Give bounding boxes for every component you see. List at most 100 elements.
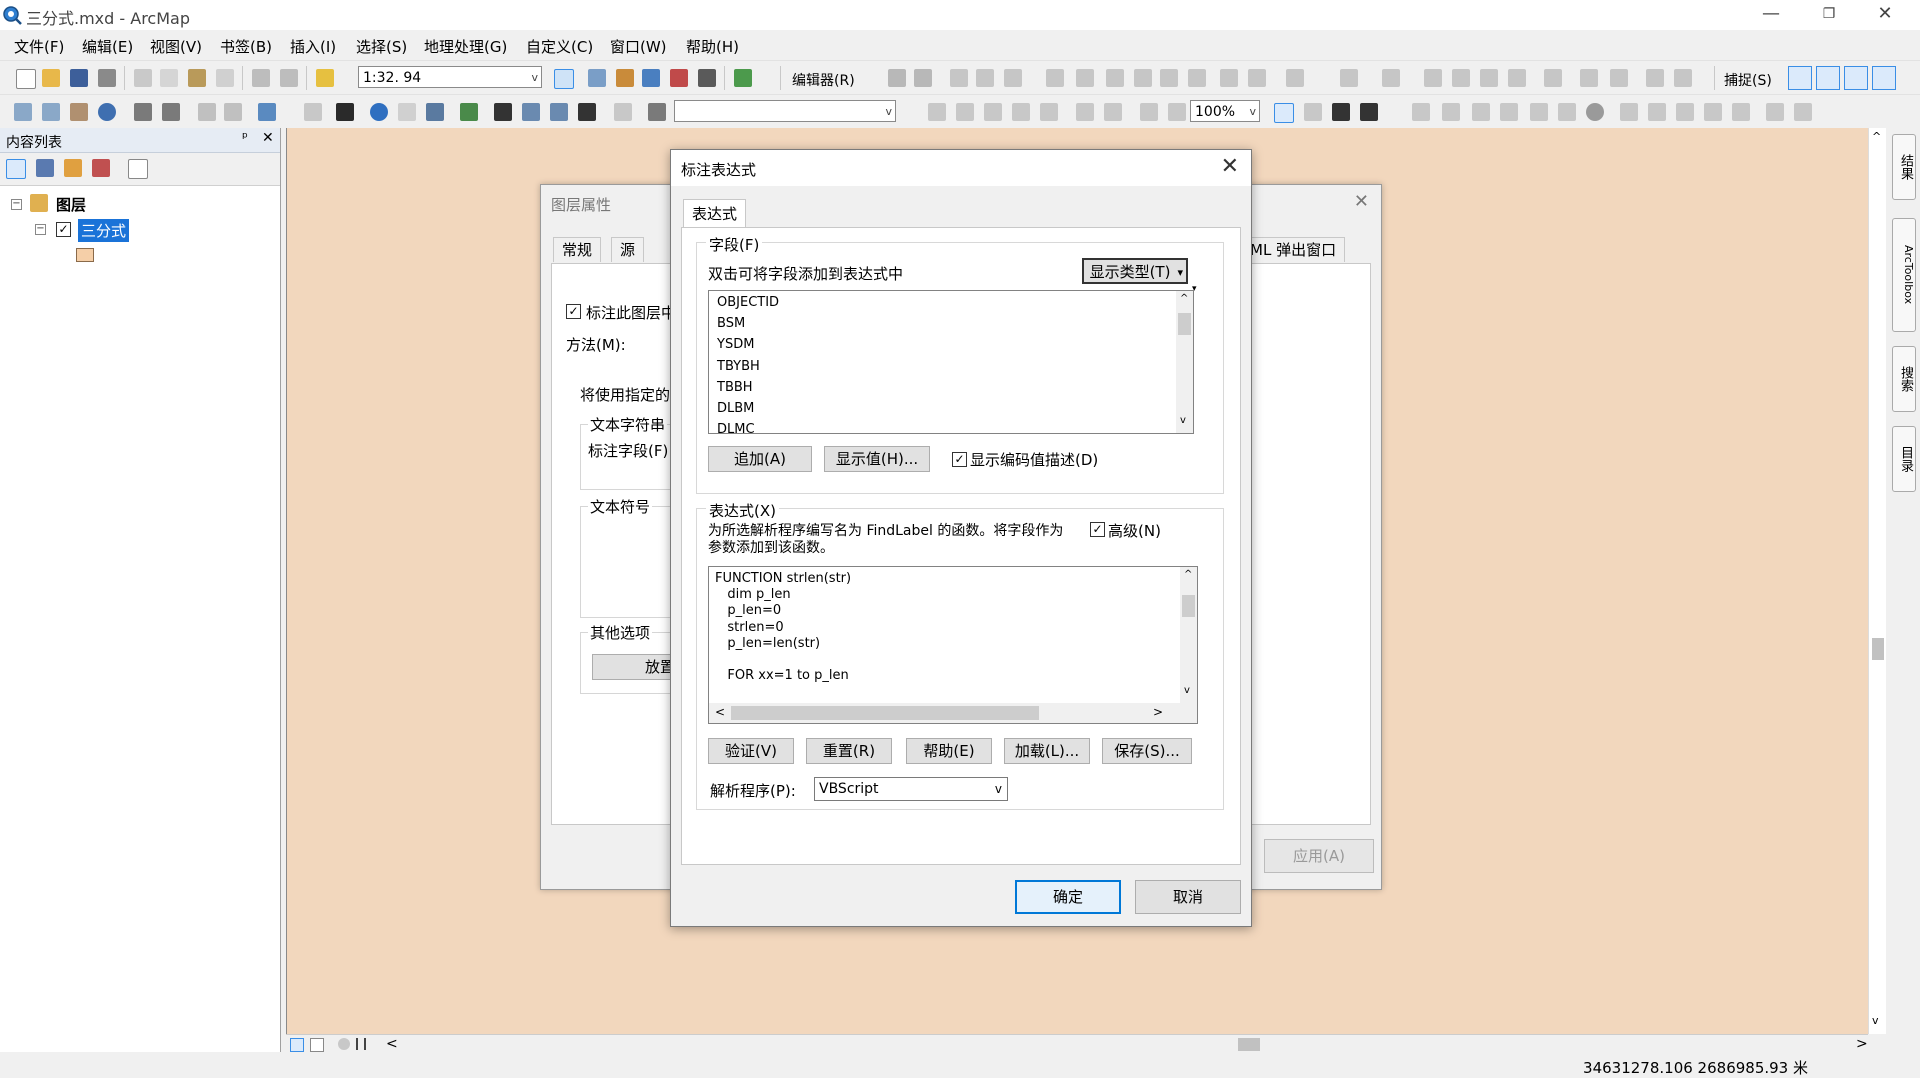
cut-polygon-icon[interactable] xyxy=(1134,69,1152,87)
select-elements-icon[interactable] xyxy=(336,103,354,121)
fillet-icon[interactable] xyxy=(1508,69,1526,87)
create-features-icon[interactable] xyxy=(1286,69,1304,87)
point-snap-toggle[interactable] xyxy=(1788,66,1812,90)
sketch-properties-icon[interactable] xyxy=(1248,69,1266,87)
create-viewer-icon[interactable] xyxy=(648,103,666,121)
expression-editor[interactable]: FUNCTION strlen(str) dim p_len p_len=0 s… xyxy=(708,566,1198,724)
html-popup-icon[interactable] xyxy=(426,103,444,121)
save-button[interactable]: 保存(S)... xyxy=(1102,738,1192,764)
raster-tool-2-icon[interactable] xyxy=(1648,103,1666,121)
fields-scrollbar[interactable]: ^ v xyxy=(1176,291,1193,433)
reshape-icon[interactable] xyxy=(1106,69,1124,87)
georef-tool-3-icon[interactable] xyxy=(1472,103,1490,121)
scroll-down-icon[interactable]: v xyxy=(1872,1014,1879,1027)
menu-bookmarks[interactable]: 书签(B) xyxy=(220,36,272,57)
layout-view-icon[interactable] xyxy=(310,1038,324,1052)
forward-extent-icon[interactable] xyxy=(224,103,242,121)
editor-toolbar-icon[interactable] xyxy=(554,69,574,89)
globe-tool-icon[interactable] xyxy=(1586,103,1604,121)
restore-button[interactable]: ❐ xyxy=(1806,0,1852,30)
split-icon[interactable] xyxy=(1160,69,1178,87)
georef-tool-2-icon[interactable] xyxy=(1442,103,1460,121)
zoom-in-icon[interactable] xyxy=(14,103,32,121)
open-folder-icon[interactable] xyxy=(42,69,60,87)
scroll-right-icon[interactable]: > xyxy=(1153,705,1163,719)
data-view-icon[interactable] xyxy=(290,1038,304,1052)
scroll-up-icon[interactable]: ^ xyxy=(1180,293,1188,304)
advanced-checkbox[interactable]: ✓ xyxy=(1090,522,1105,537)
tab-source[interactable]: 源 xyxy=(611,237,645,262)
identify-icon[interactable] xyxy=(370,103,388,121)
edit-annotation-icon[interactable] xyxy=(914,69,932,87)
layout-back-icon[interactable] xyxy=(1140,103,1158,121)
arctoolbox-dock-tab[interactable]: ArcToolbox xyxy=(1892,218,1916,332)
point-icon[interactable] xyxy=(1046,69,1064,87)
zoom-whole-page-icon[interactable] xyxy=(1012,103,1030,121)
catalog-icon[interactable] xyxy=(616,69,634,87)
layer-properties-close-icon[interactable]: ✕ xyxy=(1354,191,1369,212)
h-scroll-thumb[interactable] xyxy=(731,706,1039,720)
menu-help[interactable]: 帮助(H) xyxy=(686,36,739,57)
label-features-checkbox[interactable]: ✓ xyxy=(566,304,581,319)
data-driven-pages-icon[interactable] xyxy=(1360,103,1378,121)
smooth-icon[interactable] xyxy=(1646,69,1664,87)
layer-symbol-swatch[interactable] xyxy=(76,248,94,262)
full-extent-icon[interactable] xyxy=(98,103,116,121)
layout-zoom-out-icon[interactable] xyxy=(956,103,974,121)
layout-zoom-combo[interactable]: 100% v xyxy=(1190,100,1260,122)
raster-tool-6-icon[interactable] xyxy=(1766,103,1784,121)
find-route-icon[interactable] xyxy=(522,103,540,121)
menu-selection[interactable]: 选择(S) xyxy=(356,36,407,57)
tab-html-popup[interactable]: ML 弹出窗口 xyxy=(1241,237,1346,262)
redo-icon[interactable] xyxy=(280,69,298,87)
time-slider-icon[interactable] xyxy=(578,103,596,121)
straight-segment-icon[interactable] xyxy=(950,69,968,87)
layer-label[interactable]: 三分式 xyxy=(78,219,130,242)
table-icon[interactable] xyxy=(588,69,606,87)
undo-icon[interactable] xyxy=(252,69,270,87)
parser-select[interactable]: VBScript v xyxy=(814,777,1008,801)
save-icon[interactable] xyxy=(70,69,88,87)
zoom-out-icon[interactable] xyxy=(42,103,60,121)
go-to-xy-icon[interactable] xyxy=(550,103,568,121)
trace-icon[interactable] xyxy=(1004,69,1022,87)
georef-tool-6-icon[interactable] xyxy=(1558,103,1576,121)
edit-vertices-icon[interactable] xyxy=(1076,69,1094,87)
list-by-selection-icon[interactable] xyxy=(92,159,110,177)
toggle-draft-icon[interactable] xyxy=(1274,103,1294,123)
ok-button[interactable]: 确定 xyxy=(1015,880,1121,914)
tab-general[interactable]: 常规 xyxy=(553,237,602,262)
attributes-icon[interactable] xyxy=(1220,69,1238,87)
explode-icon[interactable] xyxy=(1580,69,1598,87)
minimize-button[interactable]: — xyxy=(1748,0,1794,30)
georef-tool-5-icon[interactable] xyxy=(1530,103,1548,121)
load-button[interactable]: 加载(L)... xyxy=(1004,738,1090,764)
tab-expression[interactable]: 表达式 xyxy=(683,199,747,228)
layer-visibility-checkbox[interactable]: ✓ xyxy=(56,222,71,237)
layer-combo[interactable]: v xyxy=(674,100,896,122)
raster-tool-4-icon[interactable] xyxy=(1704,103,1722,121)
select-features-icon[interactable] xyxy=(258,103,276,121)
search-window-icon[interactable] xyxy=(642,69,660,87)
h-scroll-thumb[interactable] xyxy=(1238,1038,1260,1051)
pan-icon[interactable] xyxy=(70,103,88,121)
menu-file[interactable]: 文件(F) xyxy=(14,36,64,57)
generalize-icon[interactable] xyxy=(1610,69,1628,87)
edge-snap-toggle[interactable] xyxy=(1872,66,1896,90)
refresh-icon[interactable] xyxy=(338,1038,350,1050)
expression-h-scrollbar[interactable]: < > xyxy=(709,703,1197,723)
swipe-icon[interactable] xyxy=(614,103,632,121)
extend-icon[interactable] xyxy=(1452,69,1470,87)
cancel-button[interactable]: 取消 xyxy=(1135,880,1241,914)
measure-icon[interactable] xyxy=(460,103,478,121)
raster-tool-7-icon[interactable] xyxy=(1794,103,1812,121)
menu-insert[interactable]: 插入(I) xyxy=(290,36,336,57)
scroll-thumb[interactable] xyxy=(1178,313,1191,335)
scroll-thumb[interactable] xyxy=(1182,595,1195,617)
topology-icon[interactable] xyxy=(1340,69,1358,87)
copy-icon[interactable] xyxy=(160,69,178,87)
scroll-up-icon[interactable]: ^ xyxy=(1872,130,1881,143)
list-item[interactable]: TBBH xyxy=(717,380,753,395)
placement-properties-button[interactable]: 放置 xyxy=(592,654,682,680)
list-item[interactable]: BSM xyxy=(717,316,745,331)
